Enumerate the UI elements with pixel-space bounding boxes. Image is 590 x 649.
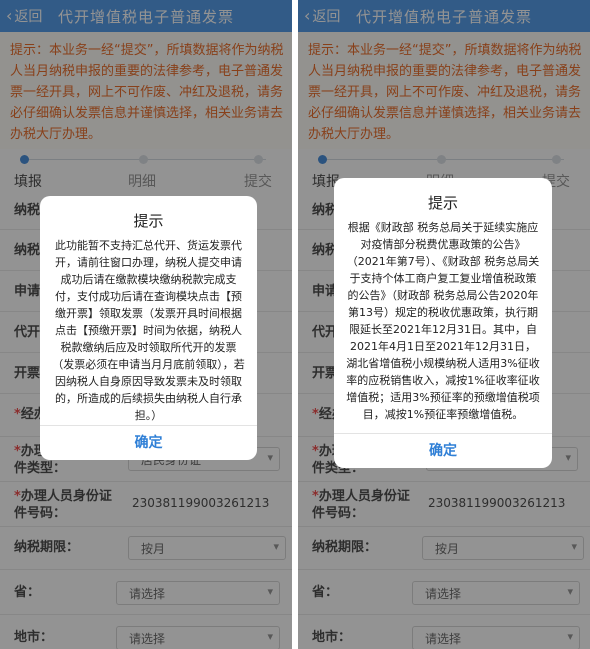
dialog-body: 根据《财政部 税务总局关于延续实施应对疫情部分税费优惠政策的公告》（2021年第… bbox=[346, 221, 540, 421]
dialog-title: 提示 bbox=[133, 212, 164, 230]
right-phone-screen: ‹ 返回 代开增值税电子普通发票 提示：本业务一经“提交”，所填数据将作为纳税人… bbox=[298, 0, 590, 649]
dialog-title: 提示 bbox=[427, 194, 458, 212]
dialog-body: 此功能暂不支持汇总代开、货运发票代开，请前往窗口办理，纳税人提交申请成功后请在缴… bbox=[52, 239, 245, 422]
left-phone-screen: ‹ 返回 代开增值税电子普通发票 提示：本业务一经“提交”，所填数据将作为纳税人… bbox=[0, 0, 292, 649]
alert-dialog: 提示 根据《财政部 税务总局关于延续实施应对疫情部分税费优惠政策的公告》（202… bbox=[334, 178, 552, 468]
confirm-button[interactable]: 确定 bbox=[40, 425, 257, 460]
alert-dialog: 提示 此功能暂不支持汇总代开、货运发票代开，请前往窗口办理，纳税人提交申请成功后… bbox=[40, 196, 257, 460]
confirm-button[interactable]: 确定 bbox=[334, 433, 552, 468]
